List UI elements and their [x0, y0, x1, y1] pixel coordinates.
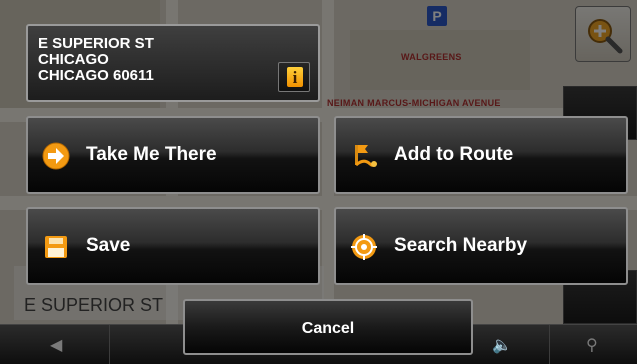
volume-icon: 🔈	[492, 337, 512, 354]
arrow-right-circle-icon	[42, 142, 70, 170]
add-to-route-button[interactable]: Add to Route	[334, 116, 628, 194]
take-me-there-button[interactable]: Take Me There	[26, 116, 320, 194]
address-street: E SUPERIOR ST	[38, 35, 154, 52]
address-city-zip: CHICAGO 60611	[38, 67, 154, 84]
cancel-button[interactable]: Cancel	[183, 299, 473, 355]
back-button[interactable]: ◀	[0, 325, 110, 364]
target-crosshair-icon	[351, 234, 377, 260]
search-button[interactable]: ⚲	[550, 325, 637, 364]
info-icon: i	[287, 67, 303, 87]
search-nearby-button[interactable]: Search Nearby	[334, 207, 628, 285]
info-button[interactable]: i	[278, 62, 310, 92]
add-to-route-label: Add to Route	[394, 144, 514, 165]
save-button[interactable]: Save	[26, 207, 320, 285]
address-city: CHICAGO	[38, 51, 109, 68]
route-flag-icon	[355, 145, 378, 167]
search-nearby-label: Search Nearby	[394, 235, 528, 256]
search-icon: ⚲	[586, 337, 598, 354]
address-panel: E SUPERIOR ST CHICAGO CHICAGO 60611 i	[26, 24, 320, 102]
cancel-label: Cancel	[301, 320, 355, 337]
save-disk-icon	[45, 236, 67, 258]
back-arrow-icon: ◀	[50, 337, 63, 354]
volume-button[interactable]: 🔈	[470, 325, 550, 364]
save-label: Save	[86, 235, 131, 256]
take-me-there-label: Take Me There	[86, 144, 217, 165]
